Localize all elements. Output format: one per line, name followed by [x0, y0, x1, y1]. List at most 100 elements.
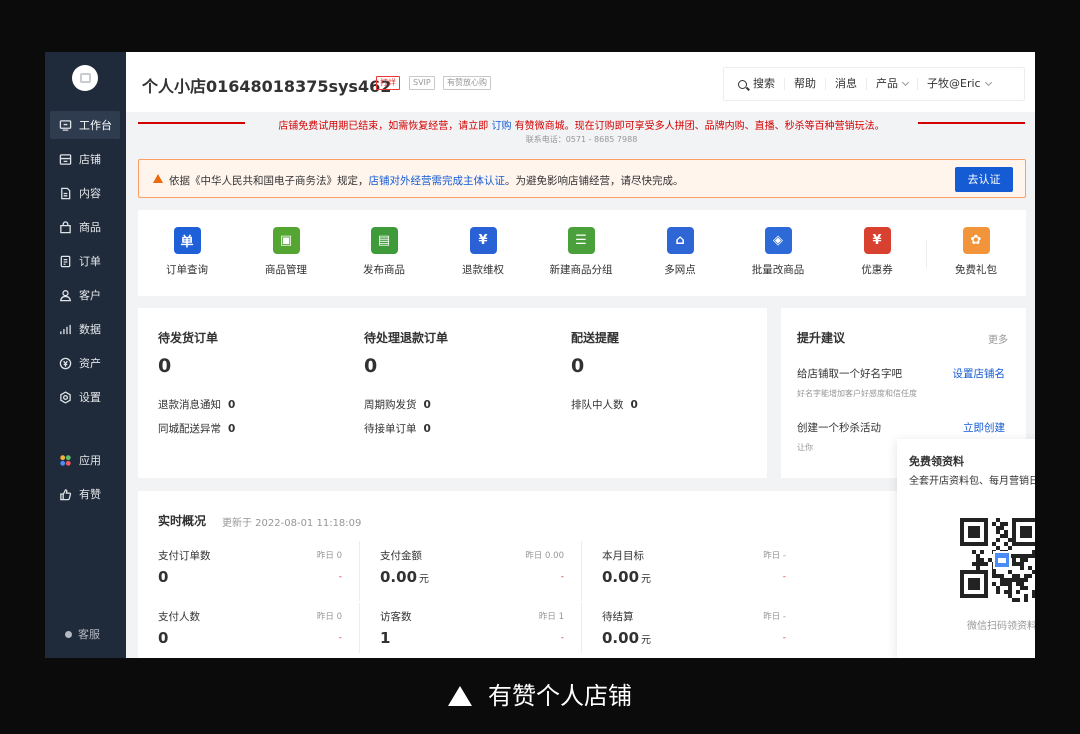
trial-expired-notice: 店铺免费试用期已结束，如需恢复经营，请立即 订购 有赞微商城。现在订购即可享受多… — [138, 115, 1025, 147]
notice-text-part: 店铺免费试用期已结束，如需恢复经营，请立即 — [278, 121, 492, 132]
pending-shipment-count[interactable]: 0 — [158, 355, 171, 377]
sidebar-item-customer[interactable]: 客户 — [50, 281, 120, 309]
metric-number: 0.00 — [602, 568, 640, 586]
popup-title: 免费领资料 — [909, 455, 964, 468]
stat-label: 周期购发货 — [364, 399, 417, 411]
stat-label: 退款消息通知 — [158, 399, 221, 411]
sidebar-item-apps[interactable]: 应用 — [50, 446, 120, 474]
messages-button[interactable]: 消息 — [825, 78, 866, 90]
customer-icon — [58, 288, 72, 302]
help-button[interactable]: 帮助 — [784, 78, 825, 90]
qr-code-icon[interactable] — [960, 518, 1035, 602]
sidebar-item-label: 有赞 — [79, 488, 101, 501]
stat-value: 0 — [423, 423, 431, 435]
trust-badge: 有赞放心购 — [443, 76, 491, 90]
search-button[interactable]: 搜索 — [724, 78, 784, 90]
sidebar-item-data[interactable]: 数据 — [50, 315, 120, 343]
periodic-shipment-stat[interactable]: 周期购发货 0 — [364, 397, 431, 412]
warning-text-part: 依据《中华人民共和国电子商务法》规定， — [169, 175, 369, 187]
sidebar-item-asset[interactable]: 资产 — [50, 349, 120, 377]
metric-delta: - — [338, 633, 342, 643]
pending-refund-count[interactable]: 0 — [364, 355, 377, 377]
metric-label: 待结算 — [602, 611, 634, 623]
quick-entry-icon: ¥ — [469, 227, 497, 254]
top-bar: 个人小店01648018375sys462 打烊 SVIP 有赞放心购 搜索 帮… — [126, 52, 1035, 112]
sidebar-item-goods[interactable]: 商品 — [50, 213, 120, 241]
metric-cell[interactable]: 支付金额 昨日 0.00 0.00 元 - — [380, 548, 584, 598]
sidebar-item-workbench[interactable]: 工作台 — [50, 111, 120, 139]
sidebar-item-store[interactable]: 店铺 — [50, 145, 120, 173]
sidebar-item-label: 店铺 — [79, 153, 101, 166]
quick-entry-3[interactable]: ▤ 发布商品 — [344, 227, 424, 277]
sidebar-item-content[interactable]: 内容 — [50, 179, 120, 207]
metric-yesterday: 昨日 - — [763, 551, 786, 561]
create-flash-sale-link[interactable]: 立即创建 — [963, 420, 1005, 435]
quick-entry-9[interactable]: ✿ 免费礼包 — [936, 227, 1016, 277]
suggestion-item: 给店铺取一个好名字吧 设置店铺名 — [797, 366, 1005, 381]
quick-entry-label: 批量改商品 — [751, 264, 805, 276]
certify-button[interactable]: 去认证 — [955, 167, 1013, 192]
queue-count-stat[interactable]: 排队中人数 0 — [571, 397, 638, 412]
sidebar-item-settings[interactable]: 设置 — [50, 383, 120, 411]
quick-entry-label: 多网点 — [664, 264, 696, 276]
sidebar-item-label: 商品 — [79, 221, 101, 234]
svip-badge: SVIP — [409, 76, 435, 90]
triangle-up-icon — [448, 686, 472, 706]
sidebar-item-order[interactable]: 订单 — [50, 247, 120, 275]
metric-label: 本月目标 — [602, 550, 644, 562]
metric-value: 0.00 元 — [380, 568, 429, 586]
quick-entry-icon: ◈ — [764, 227, 792, 254]
main-content: 个人小店01648018375sys462 打烊 SVIP 有赞放心购 搜索 帮… — [126, 52, 1035, 658]
quick-entry-6[interactable]: ⌂ 多网点 — [640, 227, 720, 277]
quick-entry-icon: 单 — [173, 227, 201, 254]
store-icon — [58, 152, 72, 166]
realtime-overview: 实时概况 更新于 2022-08-01 11:18:09 支付订单数 昨日 00-… — [138, 491, 1026, 658]
warning-text-part: 。为避免影响店铺经营，请尽快完成。 — [505, 175, 684, 187]
quick-entry-2[interactable]: ▣ 商品管理 — [246, 227, 326, 277]
order-link[interactable]: 订购 — [492, 121, 512, 132]
stat-value: 0 — [423, 399, 431, 411]
shop-name[interactable]: 个人小店01648018375sys462 — [142, 73, 391, 97]
quick-entry-5[interactable]: ☰ 新建商品分组 — [541, 227, 621, 277]
quick-entry-8[interactable]: ¥ 优惠券 — [837, 227, 917, 277]
certification-link[interactable]: 店铺对外经营需完成主体认证 — [369, 175, 506, 187]
quick-entry-icon: ✿ — [962, 227, 990, 254]
more-link[interactable]: 更多 — [988, 331, 1008, 346]
search-label: 搜索 — [753, 77, 775, 90]
set-shop-name-link[interactable]: 设置店铺名 — [953, 366, 1006, 381]
customer-service-button[interactable]: 客服 — [65, 626, 100, 642]
quick-entry-1[interactable]: 单订单查询 — [147, 227, 227, 277]
popup-caption: 微信扫码领资料 — [967, 621, 1035, 632]
suggestion-text: 创建一个秒杀活动 — [797, 422, 881, 434]
sidebar-item-label: 数据 — [79, 323, 101, 336]
sidebar-item-label: 内容 — [79, 187, 101, 200]
quick-entry-4[interactable]: ¥ 退款维权 — [443, 227, 523, 277]
metric-cell[interactable]: 支付人数 昨日 0 0 - — [158, 609, 362, 658]
user-menu[interactable]: 子牧@Eric — [917, 78, 1000, 90]
sidebar: 工作台 店铺 内容 商品 订单 客户 数据 资产 设置 应用 有赞 客服 — [45, 52, 126, 658]
sidebar-item-youzan[interactable]: 有赞 — [50, 480, 120, 508]
suggestion-item: 创建一个秒杀活动 立即创建 — [797, 420, 1005, 435]
delivery-reminder-count[interactable]: 0 — [571, 355, 584, 377]
quick-entry-7[interactable]: ◈ 批量改商品 — [738, 227, 818, 277]
product-menu[interactable]: 产品 — [866, 78, 917, 90]
metric-cell[interactable]: 待结算 昨日 - 0.00 元 - — [602, 609, 806, 658]
pending-accept-stat[interactable]: 待接单订单 0 — [364, 421, 431, 436]
metric-unit: 元 — [641, 635, 652, 646]
delivery-exception-stat[interactable]: 同城配送异常 0 — [158, 421, 235, 436]
todo-panel: 待发货订单 0 退款消息通知 0 同城配送异常 0 待处理退款订单 0 周期购发货 0… — [138, 308, 767, 478]
realtime-title: 实时概况 — [158, 514, 207, 528]
metric-yesterday: 昨日 0 — [316, 551, 342, 561]
metric-cell[interactable]: 访客数 昨日 1 1 - — [380, 609, 584, 658]
stat-value: 0 — [630, 399, 638, 411]
free-materials-popup: 免费领资料 全套开店资料包、每月营销日历 微信扫码领资料 — [897, 439, 1035, 658]
metric-delta: - — [782, 572, 786, 582]
notice-text-part: 有赞微商城。现在订购即可享受多人拼团、品牌内购、直播、秒杀等百种营销玩法。 — [511, 121, 885, 132]
warning-icon — [153, 174, 163, 183]
metric-cell[interactable]: 本月目标 昨日 - 0.00 元 - — [602, 548, 806, 598]
metric-yesterday: 昨日 1 — [538, 612, 564, 622]
shop-logo[interactable] — [72, 65, 98, 91]
refund-notice-stat[interactable]: 退款消息通知 0 — [158, 397, 235, 412]
suggestions-title: 提升建议 — [797, 331, 846, 345]
metric-cell[interactable]: 支付订单数 昨日 0 0 - — [158, 548, 362, 598]
